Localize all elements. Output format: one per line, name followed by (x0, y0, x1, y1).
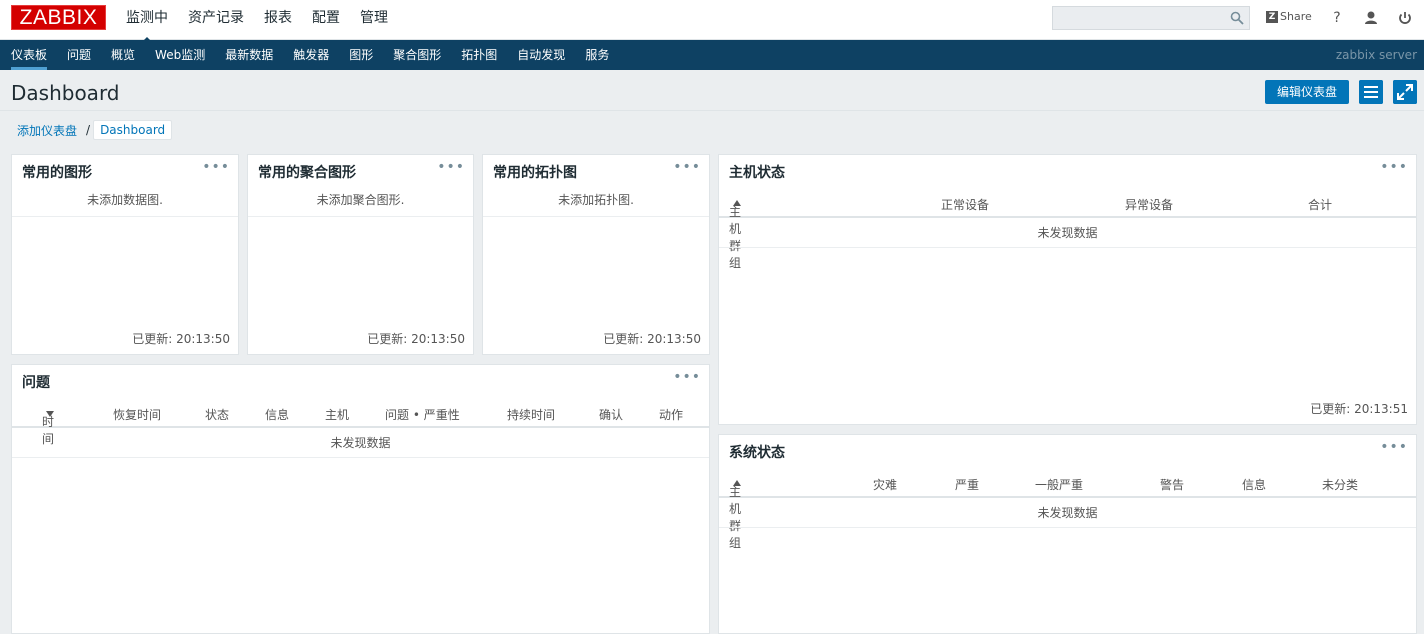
submenu-maps[interactable]: 拓扑图 (461, 40, 497, 70)
last-updated: 已更新: 20:13:50 (132, 332, 230, 346)
breadcrumb-dashboards-link[interactable]: 添加仪表盘 (11, 122, 83, 139)
menu-administration[interactable]: 管理 (360, 0, 388, 40)
widget-title: 常用的拓扑图 (493, 165, 577, 181)
col-host: 主机 (325, 408, 350, 422)
last-updated: 已更新: 20:13:50 (603, 332, 701, 346)
widget-menu-icon[interactable]: ••• (202, 159, 230, 175)
search-input[interactable] (1052, 6, 1250, 30)
zabbix-logo[interactable]: ZABBIX (11, 5, 106, 30)
col-ack: 确认 (599, 408, 624, 422)
submenu-latest-data[interactable]: 最新数据 (225, 40, 273, 70)
widget-problems: 问题 ••• 时间 恢复时间 状态 信息 主机 问题 • 严重性 持续时间 确认… (11, 364, 710, 634)
last-updated: 已更新: 20:13:51 (1310, 402, 1408, 416)
menu-monitoring[interactable]: 监测中 (126, 0, 168, 44)
main-menu: 监测中 资产记录 报表 配置 管理 (126, 0, 408, 44)
col-time[interactable]: 时间 (42, 406, 54, 446)
widget-title: 主机状态 (729, 165, 785, 181)
edit-dashboard-button[interactable]: 编辑仪表盘 (1265, 80, 1349, 104)
breadcrumb-current[interactable]: Dashboard (93, 120, 173, 140)
col-problem-severity: 问题 • 严重性 (385, 408, 460, 422)
submenu-graphs[interactable]: 图形 (349, 40, 373, 70)
col-status: 状态 (205, 408, 230, 422)
widget-title: 系统状态 (729, 445, 785, 461)
widget-title: 问题 (22, 375, 50, 391)
fullscreen-icon[interactable] (1393, 80, 1417, 104)
empty-message: 未添加聚合图形. (248, 183, 473, 217)
table-header: 主机群组 正常设备 异常设备 合计 (719, 189, 1416, 270)
widget-menu-icon[interactable]: ••• (1380, 439, 1408, 455)
page-header: Dashboard 编辑仪表盘 (0, 70, 1424, 111)
share-link[interactable]: Z Share (1266, 10, 1312, 23)
widget-favorite-maps: 常用的拓扑图 ••• 未添加拓扑图. 已更新: 20:13:50 (482, 154, 710, 355)
sub-menu: 仪表板 问题 概览 Web监测 最新数据 触发器 图形 聚合图形 拓扑图 自动发… (0, 40, 1424, 70)
col-not-classified: 未分类 (1322, 478, 1359, 492)
share-label: Share (1280, 10, 1312, 23)
col-ok: 正常设备 (941, 198, 990, 212)
no-data-row: 未发现数据 (719, 218, 1416, 248)
submenu-overview[interactable]: 概览 (111, 40, 135, 70)
table-header: 时间 恢复时间 状态 信息 主机 问题 • 严重性 持续时间 确认 动作 (12, 399, 709, 446)
submenu-discovery[interactable]: 自动发现 (517, 40, 565, 70)
submenu-triggers[interactable]: 触发器 (293, 40, 329, 70)
logout-power-icon[interactable] (1396, 9, 1414, 27)
widget-menu-icon[interactable]: ••• (673, 159, 701, 175)
no-data-row: 未发现数据 (719, 498, 1416, 528)
breadcrumb: 添加仪表盘 / Dashboard (11, 120, 173, 140)
col-actions: 动作 (659, 408, 684, 422)
col-high: 严重 (955, 478, 980, 492)
col-average: 一般严重 (1035, 478, 1084, 492)
submenu-problems[interactable]: 问题 (67, 40, 91, 70)
col-host-group[interactable]: 主机群组 (729, 196, 741, 270)
col-disaster: 灾难 (873, 478, 898, 492)
submenu-web[interactable]: Web监测 (155, 40, 205, 70)
menu-inventory[interactable]: 资产记录 (188, 0, 244, 40)
user-profile-icon[interactable] (1362, 9, 1380, 27)
col-info: 信息 (265, 408, 290, 422)
breadcrumb-separator: / (86, 123, 91, 137)
menu-hamburger-icon[interactable] (1359, 80, 1383, 104)
widget-system-status: 系统状态 ••• 主机群组 灾难 严重 一般严重 警告 信息 未分类 未发现数据 (718, 434, 1417, 634)
menu-reports[interactable]: 报表 (264, 0, 292, 40)
widget-menu-icon[interactable]: ••• (437, 159, 465, 175)
page-title: Dashboard (11, 81, 120, 105)
col-duration: 持续时间 (507, 408, 556, 422)
submenu-dashboard[interactable]: 仪表板 (11, 40, 48, 70)
zabbix-share-icon: Z (1266, 10, 1278, 23)
widget-title: 常用的聚合图形 (258, 165, 356, 181)
search-icon[interactable] (1230, 11, 1244, 25)
submenu-screens[interactable]: 聚合图形 (393, 40, 441, 70)
widget-menu-icon[interactable]: ••• (1380, 159, 1408, 175)
server-name: zabbix server (1335, 48, 1417, 62)
widget-favorite-screens: 常用的聚合图形 ••• 未添加聚合图形. 已更新: 20:13:50 (247, 154, 474, 355)
empty-message: 未添加数据图. (12, 183, 238, 217)
no-data-row: 未发现数据 (12, 428, 709, 458)
help-icon[interactable]: ? (1328, 9, 1346, 27)
widget-favorite-graphs: 常用的图形 ••• 未添加数据图. 已更新: 20:13:50 (11, 154, 239, 355)
widget-menu-icon[interactable]: ••• (673, 369, 701, 385)
empty-message: 未添加拓扑图. (483, 183, 709, 217)
top-bar: ZABBIX 监测中 资产记录 报表 配置 管理 Z Share ? (0, 0, 1424, 44)
col-host-group[interactable]: 主机群组 (729, 476, 741, 550)
col-information: 信息 (1242, 478, 1267, 492)
col-warning: 警告 (1160, 478, 1185, 492)
submenu-services[interactable]: 服务 (585, 40, 609, 70)
col-recovery-time: 恢复时间 (113, 408, 162, 422)
widget-title: 常用的图形 (22, 165, 92, 181)
col-problem: 异常设备 (1125, 198, 1174, 212)
table-header: 主机群组 灾难 严重 一般严重 警告 信息 未分类 (719, 469, 1416, 550)
menu-configuration[interactable]: 配置 (312, 0, 340, 40)
last-updated: 已更新: 20:13:50 (367, 332, 465, 346)
col-total: 合计 (1308, 198, 1333, 212)
widget-host-status: 主机状态 ••• 主机群组 正常设备 异常设备 合计 未发现数据 已更新: 20… (718, 154, 1417, 425)
